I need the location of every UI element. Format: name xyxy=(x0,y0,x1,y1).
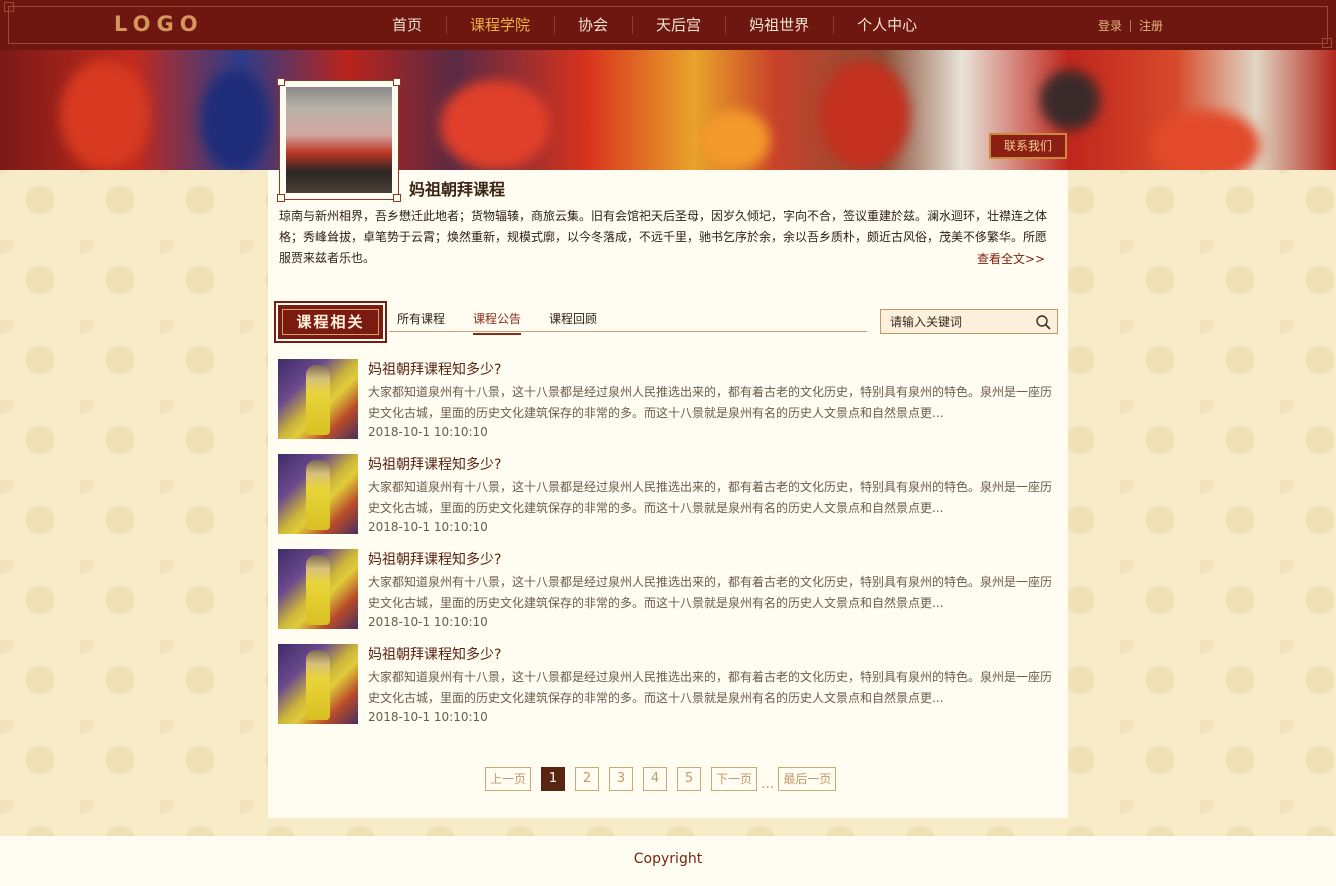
search-icon[interactable] xyxy=(1035,314,1051,330)
list-item-summary: 大家都知道泉州有十八景，这十八景都是经过泉州人民推选出来的，都有着古老的文化历史… xyxy=(368,575,1053,610)
banner-blur-shape xyxy=(200,70,270,170)
frame-corner xyxy=(393,194,401,202)
banner-blur-shape xyxy=(440,80,550,170)
list-item-date: 2018-10-1 10:10:10 xyxy=(368,520,488,534)
thumbnail-figure xyxy=(306,365,330,435)
course-announcement-list: 妈祖朝拜课程知多少? 大家都知道泉州有十八景，这十八景都是经过泉州人民推选出来的… xyxy=(278,359,1058,739)
frame-corner xyxy=(277,78,285,86)
course-title: 妈祖朝拜课程 xyxy=(409,180,506,199)
tab-course-review[interactable]: 课程回顾 xyxy=(549,310,597,335)
banner-blur-shape xyxy=(820,60,910,170)
tab-course-announcements[interactable]: 课程公告 xyxy=(473,310,522,335)
list-item-date: 2018-10-1 10:10:10 xyxy=(368,710,488,724)
page-1-button[interactable]: 1 xyxy=(541,767,566,791)
nav-item-personal-center[interactable]: 个人中心 xyxy=(833,0,941,50)
page-4-button[interactable]: 4 xyxy=(643,767,668,791)
section-badge-course-related: 课程相关 xyxy=(274,301,387,343)
list-item-thumbnail[interactable] xyxy=(278,549,358,629)
list-item-title[interactable]: 妈祖朝拜课程知多少? xyxy=(368,644,501,664)
nav-item-course-college[interactable]: 课程学院 xyxy=(446,0,554,50)
thumbnail-figure xyxy=(306,555,330,625)
list-item[interactable]: 妈祖朝拜课程知多少? 大家都知道泉州有十八景，这十八景都是经过泉州人民推选出来的… xyxy=(278,549,1058,644)
banner-blur-shape xyxy=(1040,70,1100,130)
search-input[interactable] xyxy=(881,310,1031,333)
tab-all-courses[interactable]: 所有课程 xyxy=(397,310,445,335)
register-link[interactable]: 注册 xyxy=(1139,17,1163,34)
list-item-title[interactable]: 妈祖朝拜课程知多少? xyxy=(368,359,501,379)
list-item[interactable]: 妈祖朝拜课程知多少? 大家都知道泉州有十八景，这十八景都是经过泉州人民推选出来的… xyxy=(278,359,1058,454)
list-item-date: 2018-10-1 10:10:10 xyxy=(368,615,488,629)
frame-corner xyxy=(277,194,285,202)
list-item[interactable]: 妈祖朝拜课程知多少? 大家都知道泉州有十八景，这十八景都是经过泉州人民推选出来的… xyxy=(278,644,1058,739)
list-item-thumbnail[interactable] xyxy=(278,359,358,439)
page-5-button[interactable]: 5 xyxy=(677,767,702,791)
list-item-date: 2018-10-1 10:10:10 xyxy=(368,425,488,439)
list-item-thumbnail[interactable] xyxy=(278,644,358,724)
copyright-text: Copyright xyxy=(633,851,703,867)
course-cover-image xyxy=(277,78,401,202)
top-header: LOGO 首页 课程学院 协会 天后宫 妈祖世界 个人中心 登录 注册 xyxy=(0,0,1336,50)
nav-item-association[interactable]: 协会 xyxy=(554,0,632,50)
banner-blur-shape xyxy=(700,110,770,170)
page-3-button[interactable]: 3 xyxy=(609,767,634,791)
nav-item-home[interactable]: 首页 xyxy=(368,0,446,50)
list-item-thumbnail[interactable] xyxy=(278,454,358,534)
auth-divider xyxy=(1130,19,1132,32)
list-item-title[interactable]: 妈祖朝拜课程知多少? xyxy=(368,549,501,569)
course-description: 琼南与新州相界，吾乡懋迁此地者；货物辐辏，商旅云集。旧有会馆祀天后圣母，因岁久倾… xyxy=(279,209,1048,265)
read-full-text-link[interactable]: 查看全文>> xyxy=(977,250,1045,267)
frame-corner xyxy=(393,78,401,86)
section-badge-label: 课程相关 xyxy=(296,313,365,331)
course-tabs: 所有课程 课程公告 课程回顾 xyxy=(397,310,597,335)
thumbnail-figure xyxy=(306,460,330,530)
site-logo[interactable]: LOGO xyxy=(114,12,204,36)
footer: Copyright xyxy=(0,836,1336,886)
search-box xyxy=(880,309,1058,334)
nav-item-tianhou-palace[interactable]: 天后宫 xyxy=(632,0,725,50)
thumbnail-figure xyxy=(306,650,330,720)
nav-item-mazu-world[interactable]: 妈祖世界 xyxy=(725,0,833,50)
auth-links: 登录 注册 xyxy=(1098,17,1163,34)
login-link[interactable]: 登录 xyxy=(1098,17,1122,34)
list-item-summary: 大家都知道泉州有十八景，这十八景都是经过泉州人民推选出来的，都有着古老的文化历史… xyxy=(368,480,1053,515)
hero-banner-image xyxy=(0,50,1336,170)
last-page-button[interactable]: 最后一页 xyxy=(778,767,837,791)
list-item-title[interactable]: 妈祖朝拜课程知多少? xyxy=(368,454,501,474)
banner-blur-shape xyxy=(60,60,150,170)
main-nav: 首页 课程学院 协会 天后宫 妈祖世界 个人中心 xyxy=(368,0,941,50)
pagination: 上一页 1 2 3 4 5 下一页 ... 最后一页 xyxy=(485,767,837,801)
pagination-ellipsis: ... xyxy=(761,776,775,792)
page-2-button[interactable]: 2 xyxy=(575,767,600,791)
list-item[interactable]: 妈祖朝拜课程知多少? 大家都知道泉州有十八景，这十八景都是经过泉州人民推选出来的… xyxy=(278,454,1058,549)
course-cover-photo xyxy=(286,87,392,193)
prev-page-button[interactable]: 上一页 xyxy=(485,767,532,791)
contact-us-button[interactable]: 联系我们 xyxy=(989,133,1067,159)
list-item-summary: 大家都知道泉州有十八景，这十八景都是经过泉州人民推选出来的，都有着古老的文化历史… xyxy=(368,670,1053,705)
next-page-button[interactable]: 下一页 xyxy=(711,767,758,791)
list-item-summary: 大家都知道泉州有十八景，这十八景都是经过泉州人民推选出来的，都有着古老的文化历史… xyxy=(368,385,1053,420)
banner-blur-shape xyxy=(1150,110,1260,170)
